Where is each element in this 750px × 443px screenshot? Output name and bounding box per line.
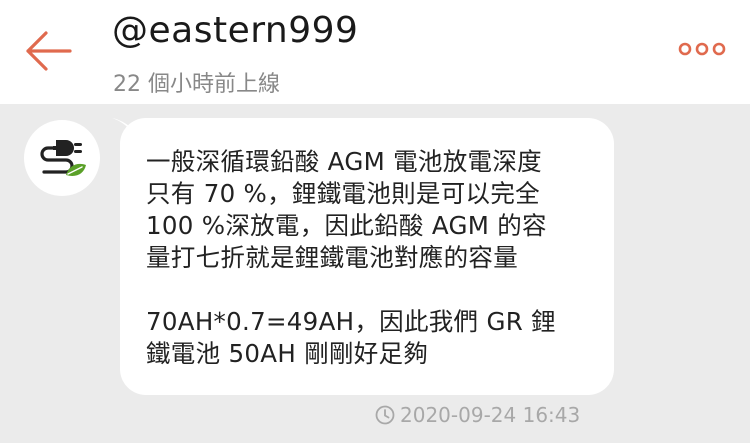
message-timestamp: 2020-09-24 16:43	[374, 403, 580, 427]
last-online-status: 22 個小時前上線	[113, 72, 280, 97]
chat-header: @eastern999 22 個小時前上線	[0, 0, 750, 104]
more-options-button[interactable]	[676, 38, 728, 60]
message-line: 量打七折就是鋰鐵電池對應的容量	[146, 243, 518, 272]
back-button[interactable]	[22, 28, 74, 74]
message-line: 70AH*0.7=49AH，因此我們 GR 鋰	[146, 307, 556, 336]
message-line: 一般深循環鉛酸 AGM 電池放電深度	[146, 147, 542, 176]
three-dots-icon	[678, 42, 726, 56]
message-bubble[interactable]: 一般深循環鉛酸 AGM 電池放電深度 只有 70 %，鋰鐵電池則是可以完全 10…	[120, 118, 614, 395]
avatar[interactable]	[24, 120, 100, 196]
contact-name: @eastern999	[112, 10, 359, 51]
clock-icon	[375, 405, 395, 425]
message-line: 鐵電池 50AH 剛剛好足夠	[146, 339, 429, 368]
timestamp-text: 2020-09-24 16:43	[400, 403, 581, 427]
plug-leaf-icon	[40, 140, 86, 176]
message-paragraph-gap	[146, 274, 596, 306]
arrow-left-icon	[26, 31, 72, 71]
message-line: 100 %深放電，因此鉛酸 AGM 的容	[146, 211, 547, 240]
message-line: 只有 70 %，鋰鐵電池則是可以完全	[146, 179, 540, 208]
